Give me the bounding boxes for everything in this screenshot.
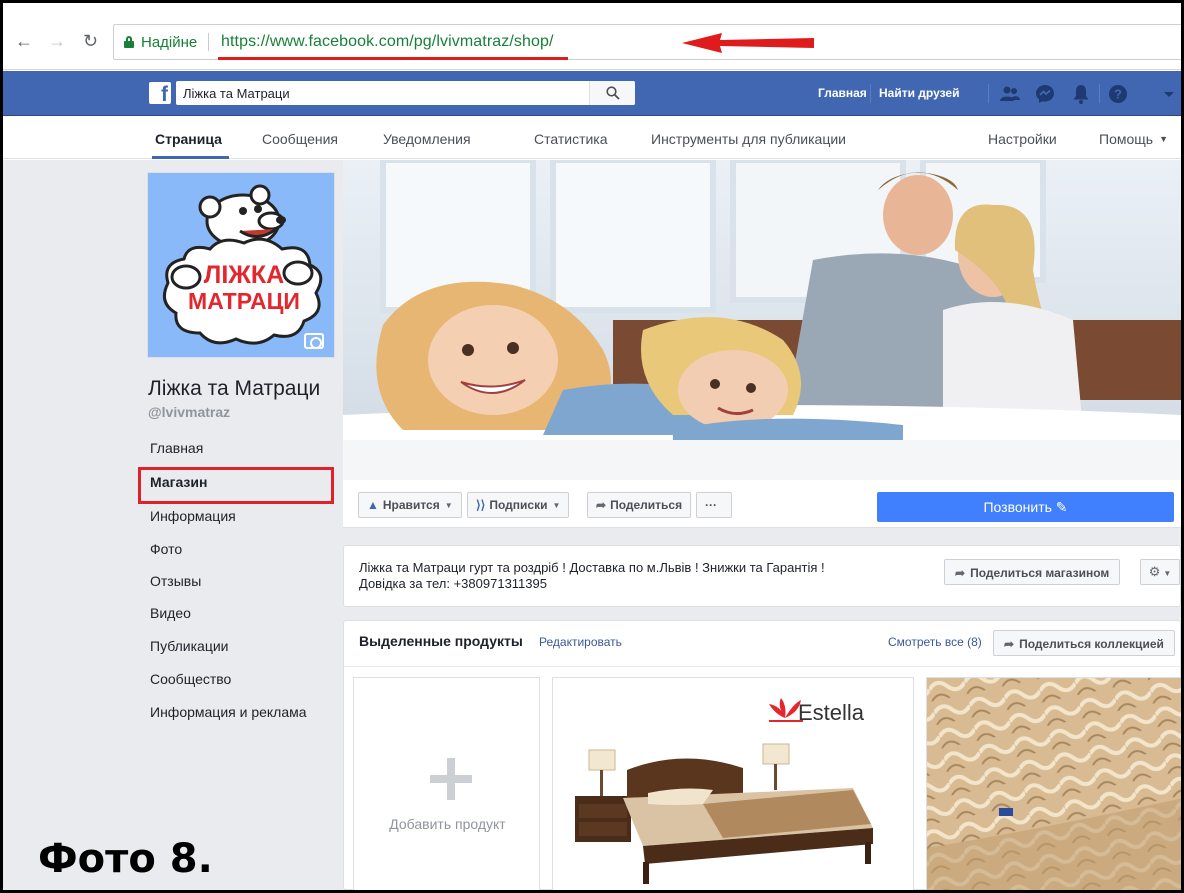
follow-button[interactable]: ⟩⟩ Подписки ▼ [467, 492, 570, 518]
like-label: Нравится [382, 498, 440, 512]
sidebar-item-videos[interactable]: Видео [150, 605, 191, 621]
account-menu-chevron-down-icon[interactable] [1158, 83, 1180, 105]
share-shop-button[interactable]: ➦ Поделиться магазином [944, 559, 1121, 585]
featured-products-title: Выделенные продукты [359, 633, 523, 649]
see-all-link[interactable]: Смотреть все (8) [888, 635, 982, 649]
friend-requests-icon[interactable] [999, 83, 1021, 105]
search-box[interactable] [176, 81, 635, 105]
shop-description: Ліжка та Матраци гурт та роздріб ! Доста… [359, 560, 825, 591]
featured-products-section: Выделенные продукты Редактировать Смотре… [343, 620, 1182, 891]
thumbs-up-icon: ▲ [367, 498, 379, 512]
facebook-top-bar: f Главная Найти друзей ? [3, 71, 1181, 116]
share-label: Поделиться [610, 498, 683, 512]
shop-about-card: Ліжка та Матраци гурт та роздріб ! Доста… [343, 545, 1181, 607]
annotation-highlight-box [138, 467, 334, 504]
more-options-label: ··· [705, 498, 717, 512]
sidebar-item-community[interactable]: Сообщество [150, 671, 231, 687]
tab-page[interactable]: Страница [155, 131, 222, 147]
sidebar-item-home[interactable]: Главная [150, 440, 203, 456]
pencil-icon: ✎ [1055, 499, 1068, 515]
share-arrow-icon: ➦ [955, 566, 966, 580]
chevron-down-icon: ▼ [444, 501, 453, 510]
url-divider [208, 33, 209, 51]
browser-toolbar: ← → ↻ Надійне https://www.facebook.com/p… [3, 3, 1183, 70]
share-collection-label: Поделиться коллекцией [1019, 637, 1164, 651]
plus-icon [430, 758, 472, 800]
secure-label: Надійне [141, 34, 198, 51]
page-handle[interactable]: @lvivmatraz [148, 404, 230, 420]
tab-help-label: Помощь [1099, 131, 1154, 147]
cover-photo[interactable] [343, 160, 1181, 480]
tab-notifications[interactable]: Уведомления [383, 131, 471, 147]
bear-logo-icon: ЛІЖКА МАТРАЦИ [162, 184, 323, 345]
profile-picture[interactable]: ЛІЖКА МАТРАЦИ [147, 172, 335, 358]
call-button[interactable]: Позвонить ✎ [877, 492, 1174, 522]
product-card-bed[interactable]: Estella [552, 677, 914, 891]
mattress-product-image [927, 678, 1181, 890]
help-icon[interactable]: ? [1107, 83, 1129, 105]
annotation-underline [218, 57, 568, 60]
annotation-arrow-icon [682, 33, 814, 53]
url-text[interactable]: https://www.facebook.com/pg/lvivmatraz/s… [221, 33, 554, 51]
rss-icon: ⟩⟩ [476, 498, 486, 512]
chevron-down-icon: ▼ [552, 501, 561, 510]
edit-featured-link[interactable]: Редактировать [539, 635, 622, 649]
nav-separator [988, 84, 989, 103]
search-button[interactable] [589, 81, 635, 105]
tab-settings[interactable]: Настройки [988, 131, 1057, 147]
figure-caption: Фото 8. [38, 836, 213, 882]
product-card-mattress[interactable] [926, 677, 1182, 891]
tab-statistics[interactable]: Статистика [534, 131, 608, 147]
chevron-down-icon: ▼ [1159, 134, 1168, 144]
active-tab-indicator [152, 156, 229, 159]
camera-icon[interactable] [304, 333, 324, 349]
lock-icon [124, 36, 134, 48]
tab-publishing-tools[interactable]: Инструменты для публикации [651, 131, 846, 147]
tab-messages[interactable]: Сообщения [262, 131, 338, 147]
share-arrow-icon: ➦ [596, 498, 607, 512]
page-title: Ліжка та Матраци [148, 377, 321, 400]
sidebar-item-info-and-ads[interactable]: Информация и реклама [150, 704, 307, 720]
facebook-logo-icon[interactable]: f [149, 82, 171, 104]
nav-find-friends-link[interactable]: Найти друзей [879, 86, 959, 100]
nav-home-link[interactable]: Главная [818, 86, 867, 100]
like-button[interactable]: ▲ Нравится ▼ [358, 492, 462, 518]
gear-icon: ⚙ [1148, 564, 1161, 579]
cover-photo-image [343, 160, 1181, 480]
forward-arrow-icon[interactable]: → [48, 31, 66, 52]
share-collection-button[interactable]: ➦ Поделиться коллекцией [993, 630, 1175, 656]
share-arrow-icon: ➦ [1004, 637, 1015, 651]
search-icon [606, 86, 620, 100]
nav-separator [1099, 84, 1100, 103]
tab-help[interactable]: Помощь ▼ [1099, 131, 1168, 147]
follow-label: Подписки [489, 498, 548, 512]
sidebar-item-posts[interactable]: Публикации [150, 638, 228, 654]
notifications-bell-icon[interactable] [1070, 83, 1092, 105]
address-bar[interactable]: Надійне https://www.facebook.com/pg/lviv… [113, 24, 1183, 60]
share-shop-label: Поделиться магазином [970, 566, 1110, 580]
logo-text-line1: ЛІЖКА [204, 261, 284, 289]
sidebar-item-photos[interactable]: Фото [150, 541, 182, 557]
share-button[interactable]: ➦ Поделиться [587, 492, 692, 518]
search-input[interactable] [176, 81, 596, 105]
page-body: ЛІЖКА МАТРАЦИ Ліжка та Матраци @lvivmatr… [3, 160, 1182, 891]
sidebar-item-info[interactable]: Информация [150, 508, 236, 524]
messenger-icon[interactable] [1034, 83, 1056, 105]
more-options-button[interactable]: ··· [696, 492, 732, 518]
page-tabs-bar: Страница Сообщения Уведомления Статистик… [3, 117, 1181, 159]
sidebar-item-reviews[interactable]: Отзывы [150, 573, 201, 589]
nav-separator [870, 84, 871, 103]
add-product-card[interactable]: Добавить продукт [353, 677, 540, 891]
add-product-label: Добавить продукт [389, 816, 506, 832]
section-divider [344, 666, 1182, 667]
back-arrow-icon[interactable]: ← [15, 31, 33, 52]
brand-logo-text: Estella [798, 700, 865, 725]
reload-icon[interactable]: ↻ [83, 31, 98, 52]
svg-text:?: ? [1114, 87, 1122, 102]
page-action-bar: ▲ Нравится ▼ ⟩⟩ Подписки ▼ ➦ Поделиться ··· П… [343, 480, 1181, 528]
logo-text-line2: МАТРАЦИ [188, 288, 300, 314]
call-label: Позвонить [983, 499, 1052, 515]
chevron-down-icon: ▼ [1163, 569, 1172, 578]
shop-settings-button[interactable]: ⚙ ▼ [1140, 559, 1180, 585]
